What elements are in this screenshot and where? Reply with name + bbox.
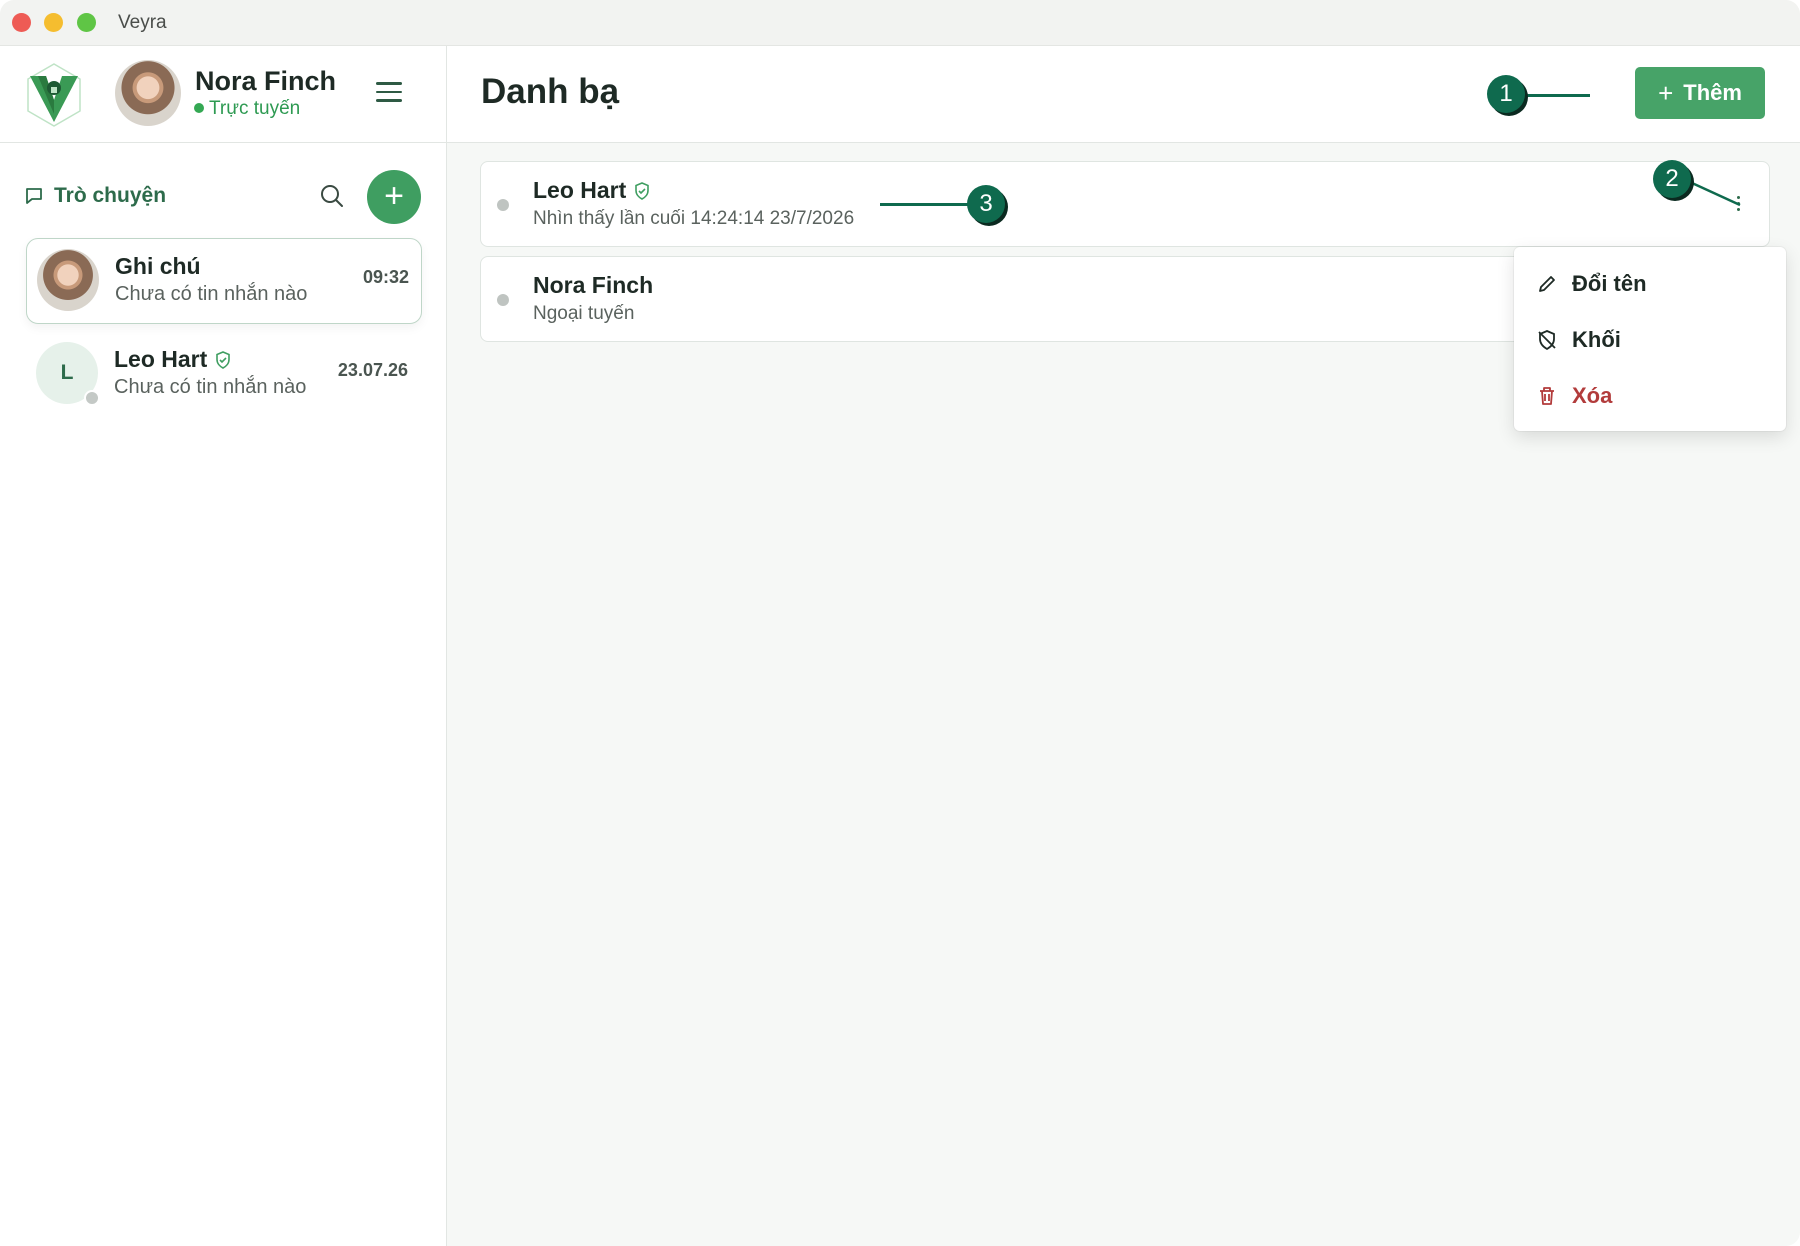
block-menu-item[interactable]: Khối [1536, 327, 1621, 353]
callout-line [880, 203, 968, 206]
profile-header: Nora Finch Trực tuyến [0, 46, 446, 143]
contact-status: Ngoại tuyến [533, 303, 635, 324]
callout-badge: 2 [1653, 160, 1691, 198]
menu-icon[interactable] [376, 82, 402, 104]
shield-off-icon [1538, 330, 1556, 351]
contact-name: Leo Hart [533, 177, 650, 204]
verified-shield-icon [216, 351, 231, 369]
minimize-window-button[interactable] [44, 13, 63, 32]
contact-row[interactable]: Leo Hart Nhìn thấy lần cuối 14:24:14 23/… [480, 161, 1770, 247]
chat-time: 09:32 [362, 267, 409, 287]
rename-menu-item[interactable]: Đổi tên [1536, 271, 1647, 297]
user-avatar[interactable] [115, 60, 181, 126]
chat-time: 23.07.26 [337, 360, 408, 380]
presence-dot-icon [84, 390, 100, 406]
callout-badge: 1 [1487, 75, 1525, 113]
pencil-icon [1539, 276, 1555, 292]
chat-list-item[interactable]: L Leo Hart Chưa có tin nhắn nào 23.07.26 [26, 332, 420, 416]
user-name: Nora Finch [195, 66, 337, 96]
contact-name: Nora Finch [533, 272, 654, 298]
presence-dot-icon [497, 294, 509, 306]
delete-menu-item[interactable]: Xóa [1536, 383, 1612, 409]
avatar [37, 249, 99, 311]
contacts-panel: Danh bạ + Thêm Leo Hart Nhìn thấy lần cuố… [447, 46, 1800, 1246]
contact-context-menu: Đổi tên Khối Xóa [1514, 247, 1786, 431]
chat-bubble-icon [26, 188, 42, 204]
new-chat-button[interactable]: + [367, 170, 421, 224]
user-status: Trực tuyến [194, 98, 300, 120]
plus-icon: + [1658, 78, 1674, 108]
callout-badge: 3 [967, 185, 1005, 223]
presence-dot-icon [497, 199, 509, 211]
chat-preview: Chưa có tin nhắn nào [114, 376, 307, 398]
callout-line [1691, 181, 1741, 207]
page-title: Danh bạ [481, 72, 620, 111]
contact-last-seen: Nhìn thấy lần cuối 14:24:14 23/7/2026 [533, 208, 855, 229]
chat-name: Ghi chú [115, 253, 201, 279]
callout-line [1522, 94, 1590, 97]
contacts-header: Danh bạ + Thêm [447, 46, 1800, 143]
search-icon[interactable] [318, 182, 346, 210]
close-window-button[interactable] [12, 13, 31, 32]
chat-preview: Chưa có tin nhắn nào [115, 283, 308, 305]
app-window: Veyra Nora Finch Trực tuyến Trò chuyện +… [0, 0, 1800, 1246]
chat-list-item[interactable]: Ghi chú Chưa có tin nhắn nào 09:32 [26, 238, 422, 324]
window-title: Veyra [118, 12, 167, 33]
trash-icon [1540, 387, 1554, 405]
title-bar: Veyra [0, 0, 1800, 46]
online-dot-icon [194, 103, 204, 113]
sidebar: Nora Finch Trực tuyến Trò chuyện + Ghi c… [0, 46, 447, 1246]
zoom-window-button[interactable] [77, 13, 96, 32]
chat-name: Leo Hart [114, 346, 231, 373]
app-logo-icon [27, 63, 81, 127]
chats-section-header: Trò chuyện [24, 184, 166, 208]
add-contact-button[interactable]: + Thêm [1635, 67, 1765, 119]
verified-shield-icon [635, 182, 650, 200]
